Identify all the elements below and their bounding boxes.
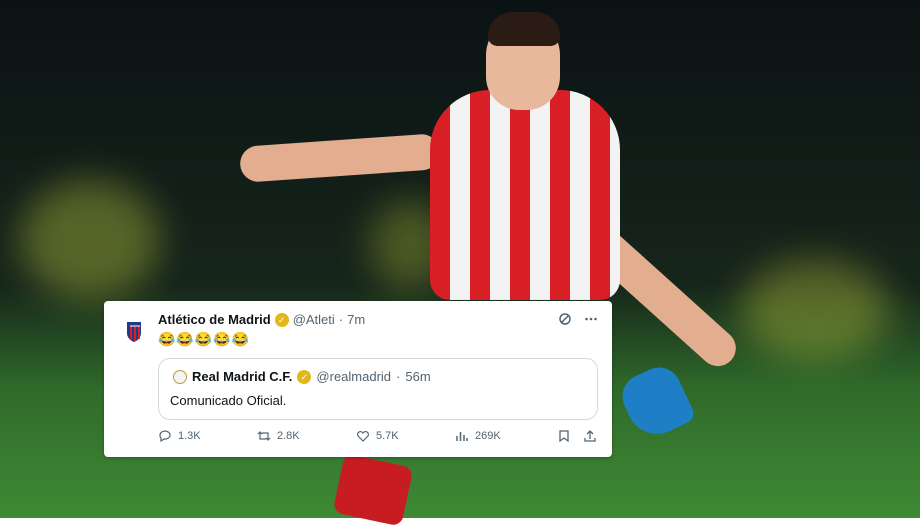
retweet-icon xyxy=(257,431,271,441)
share-button[interactable] xyxy=(583,429,597,443)
like-button[interactable]: 5.7K xyxy=(356,429,399,443)
retweet-button[interactable]: 2.8K xyxy=(257,429,300,443)
views-count: 269K xyxy=(475,430,501,442)
heart-icon xyxy=(357,431,369,442)
tweet-text: 😂😂😂😂😂 xyxy=(158,331,251,347)
views-button[interactable]: 269K xyxy=(455,429,501,443)
player-jersey xyxy=(430,90,620,300)
verified-badge-icon: ✓ xyxy=(274,312,289,327)
quoted-header: Real Madrid C.F. ✓ @realmadrid · 56m xyxy=(173,369,431,384)
quoted-handle: @realmadrid xyxy=(316,369,392,384)
tweet-header: Atlético de Madrid ✓ @Atleti · 7m xyxy=(158,312,365,327)
bookmark-icon xyxy=(559,430,569,443)
separator-dot: · xyxy=(338,312,344,327)
tweet-card[interactable]: Atlético de Madrid ✓ @Atleti · 7m 😂😂😂😂😂 … xyxy=(104,301,612,457)
crowd-light xyxy=(20,180,160,300)
atletico-avatar[interactable] xyxy=(118,315,150,347)
tweet-time[interactable]: 7m xyxy=(347,312,365,327)
reply-button[interactable]: 1.3K xyxy=(158,429,201,443)
bookmark-button[interactable] xyxy=(557,429,571,443)
reply-count: 1.3K xyxy=(178,430,201,442)
reply-icon xyxy=(159,430,171,443)
tweet-actions: 1.3K 2.8K 5.7K 269K xyxy=(158,429,598,449)
player-hair-top xyxy=(488,12,560,46)
quoted-text: Comunicado Oficial. xyxy=(170,393,287,408)
author-name[interactable]: Atlético de Madrid xyxy=(158,312,271,327)
quoted-time: 56m xyxy=(405,369,431,384)
author-handle[interactable]: @Atleti xyxy=(293,312,335,327)
share-icon xyxy=(584,430,596,442)
more-icon[interactable] xyxy=(584,312,598,329)
verified-badge-icon: ✓ xyxy=(297,369,312,384)
quoted-author-name: Real Madrid C.F. xyxy=(192,369,293,384)
separator-dot: · xyxy=(396,369,401,384)
real-madrid-crest-icon[interactable] xyxy=(173,369,187,384)
like-count: 5.7K xyxy=(376,430,399,442)
quoted-tweet[interactable]: Real Madrid C.F. ✓ @realmadrid · 56m Com… xyxy=(158,358,598,420)
atletico-crest-icon xyxy=(127,322,141,342)
views-icon xyxy=(456,432,468,441)
tweet-top-actions xyxy=(558,312,598,329)
retweet-count: 2.8K xyxy=(277,430,300,442)
grok-icon[interactable] xyxy=(558,312,572,329)
crowd-light xyxy=(740,260,890,360)
